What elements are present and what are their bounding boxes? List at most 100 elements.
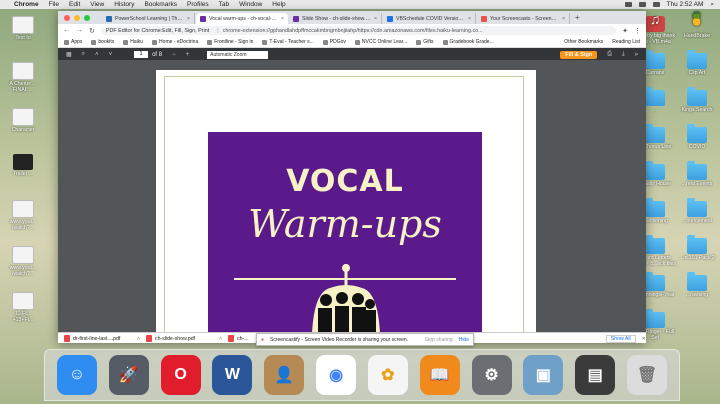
desktop-icon[interactable]: Character: [0, 108, 46, 133]
new-tab-button[interactable]: +: [575, 13, 580, 22]
trash-icon[interactable]: 🗑: [627, 355, 668, 395]
pdf-viewer[interactable]: VOCAL Warm-ups: [58, 60, 646, 334]
tab-close-icon[interactable]: ×: [187, 16, 190, 22]
tab-close-icon[interactable]: ×: [562, 16, 565, 22]
desktop-icon[interactable]: Text to: [0, 16, 46, 41]
page-navigator: 1 of 8: [134, 51, 162, 58]
word-icon[interactable]: W: [212, 355, 253, 395]
download-item[interactable]: ch-slide-show.pdf ˄: [146, 335, 228, 342]
bookmark-item[interactable]: bookitx: [91, 39, 114, 45]
tab-4[interactable]: Your Screencasts - Screencas... ×: [477, 13, 570, 24]
close-window-button[interactable]: [64, 15, 70, 21]
stacks-icon[interactable]: ▤: [575, 355, 616, 395]
chevron-up-icon[interactable]: ˄: [219, 336, 222, 342]
menu-bookmarks[interactable]: Bookmarks: [144, 1, 177, 8]
desktop-icon[interactable]: A Cherus ... FINAL ...: [0, 62, 46, 93]
tab-0[interactable]: PowerSchool Learning | Theat... ×: [102, 13, 195, 24]
contacts-icon[interactable]: 👤: [264, 355, 305, 395]
desktop-icon[interactable]: ...in 101 Pack 2: [674, 235, 720, 261]
minimize-window-button[interactable]: [74, 15, 80, 21]
menu-edit[interactable]: Edit: [69, 1, 80, 8]
tab-2[interactable]: Slide Show - ch-slide-show.p... ×: [289, 13, 382, 24]
other-bookmarks[interactable]: Other Bookmarks: [564, 39, 603, 45]
desktop-icon[interactable]: 11-Ft... +13+Ft...: [0, 292, 46, 323]
desktop-icon[interactable]: Trailer!...: [0, 154, 46, 177]
system-preferences-icon[interactable]: ⚙: [471, 355, 512, 395]
reload-icon[interactable]: ↻: [89, 27, 95, 35]
tab-1[interactable]: Vocal warm-ups - ch-vocal-w... ×: [196, 13, 288, 24]
extensions-icon[interactable]: ✦: [622, 27, 628, 35]
download-item[interactable]: dr-first-line-last....pdf ˄: [64, 335, 146, 342]
folder-icon: [687, 198, 707, 217]
launchpad-icon[interactable]: 🚀: [108, 355, 149, 395]
omnibox[interactable]: PDF Editor for Chrome:Edit, Fill, Sign, …: [100, 26, 617, 35]
bookmark-item[interactable]: Frontline - Sign in: [207, 39, 253, 45]
desktop-icon[interactable]: COVID: [674, 124, 720, 150]
opera-icon[interactable]: O: [160, 355, 201, 395]
menu-profiles[interactable]: Profiles: [187, 1, 209, 8]
desktop-icon-label: 11-Ft... +13+Ft...: [12, 311, 34, 323]
back-arrow-icon[interactable]: ←: [63, 27, 70, 34]
zoom-window-button[interactable]: [84, 15, 90, 21]
sidebar-toggle-icon[interactable]: ▦: [66, 51, 72, 58]
menu-history[interactable]: History: [114, 1, 134, 8]
bookmark-item[interactable]: T-Eval - Teacher s...: [262, 39, 314, 45]
bookmark-item[interactable]: Gifts: [416, 39, 434, 45]
desktop-icon[interactable]: ...ravising: [674, 272, 720, 298]
menu-app-name[interactable]: Chrome: [14, 1, 39, 8]
search-icon[interactable]: ⌕: [82, 51, 85, 58]
bookmark-item[interactable]: Haiku: [123, 39, 143, 45]
zoom-select[interactable]: Automatic Zoom: [207, 50, 269, 59]
bookmark-item[interactable]: NVCC Online Lear...: [354, 39, 407, 45]
zoom-out-icon[interactable]: −: [172, 52, 176, 58]
tab-3[interactable]: VBSchedule COVID Version - ... ×: [383, 13, 476, 24]
tab-close-icon[interactable]: ×: [281, 16, 284, 22]
reading-list[interactable]: Reading List: [612, 39, 640, 45]
page-down-icon[interactable]: ˅: [109, 52, 113, 58]
show-all-button[interactable]: Show All: [605, 334, 636, 343]
chrome-icon[interactable]: ◉: [316, 355, 357, 395]
tab-close-icon[interactable]: ×: [468, 16, 471, 22]
menu-tab[interactable]: Tab: [219, 1, 229, 8]
finder-icon[interactable]: ☺: [56, 355, 97, 395]
menu-view[interactable]: View: [90, 1, 104, 8]
stop-sharing-button[interactable]: Stop sharing: [425, 337, 453, 343]
bookmark-item[interactable]: Gradebook Grade...: [442, 39, 494, 45]
chevron-up-icon[interactable]: ˄: [137, 336, 140, 342]
hide-button[interactable]: Hide: [459, 337, 469, 343]
desktop-icon[interactable]: ...rent Events: [674, 161, 720, 187]
wifi-icon[interactable]: [638, 2, 646, 7]
desktop-icon-label: Kings Search: [681, 107, 713, 113]
page-number-input[interactable]: 1: [134, 51, 149, 58]
menu-clock[interactable]: Thu 2:52 AM: [667, 1, 704, 8]
bookmark-item[interactable]: PDGov: [322, 39, 346, 45]
battery-icon[interactable]: [652, 2, 660, 7]
desktop-icon[interactable]: 🍍 HandBrake: [674, 12, 720, 39]
bookmark-item[interactable]: Home - eDoctrina: [152, 39, 198, 45]
folder-icon: [687, 161, 707, 180]
close-downloads-icon[interactable]: ✕: [642, 336, 646, 342]
fill-sign-button[interactable]: Fill & Sign: [560, 50, 598, 59]
print-icon[interactable]: ⎙: [607, 51, 612, 58]
menu-help[interactable]: Help: [272, 1, 285, 8]
bookmark-item[interactable]: Apps: [64, 39, 82, 45]
desktop-icon[interactable]: Clip Art: [674, 50, 720, 76]
spotlight-icon[interactable]: ⌕: [710, 1, 714, 9]
menu-window[interactable]: Window: [239, 1, 262, 8]
desktop-icon[interactable]: ...ouncement: [674, 198, 720, 224]
preview-icon[interactable]: ▣: [523, 355, 564, 395]
zoom-in-icon[interactable]: +: [186, 52, 190, 58]
desktop-icon[interactable]: www.yout... /watch?...: [0, 246, 46, 277]
photos-icon[interactable]: ✿: [367, 355, 408, 395]
more-tools-icon[interactable]: »: [635, 52, 638, 58]
page-up-icon[interactable]: ˄: [95, 52, 99, 58]
more-menu-icon[interactable]: ⋮: [634, 27, 641, 35]
tab-close-icon[interactable]: ×: [374, 16, 377, 22]
status-icon[interactable]: [624, 2, 632, 7]
download-icon[interactable]: ⤓: [622, 51, 625, 58]
forward-arrow-icon[interactable]: →: [76, 27, 83, 34]
books-icon[interactable]: 📖: [419, 355, 460, 395]
desktop-icon[interactable]: www.yout... /watch?...: [0, 200, 46, 231]
desktop-icon[interactable]: Kings Search: [674, 87, 720, 113]
menu-file[interactable]: File: [49, 1, 59, 8]
